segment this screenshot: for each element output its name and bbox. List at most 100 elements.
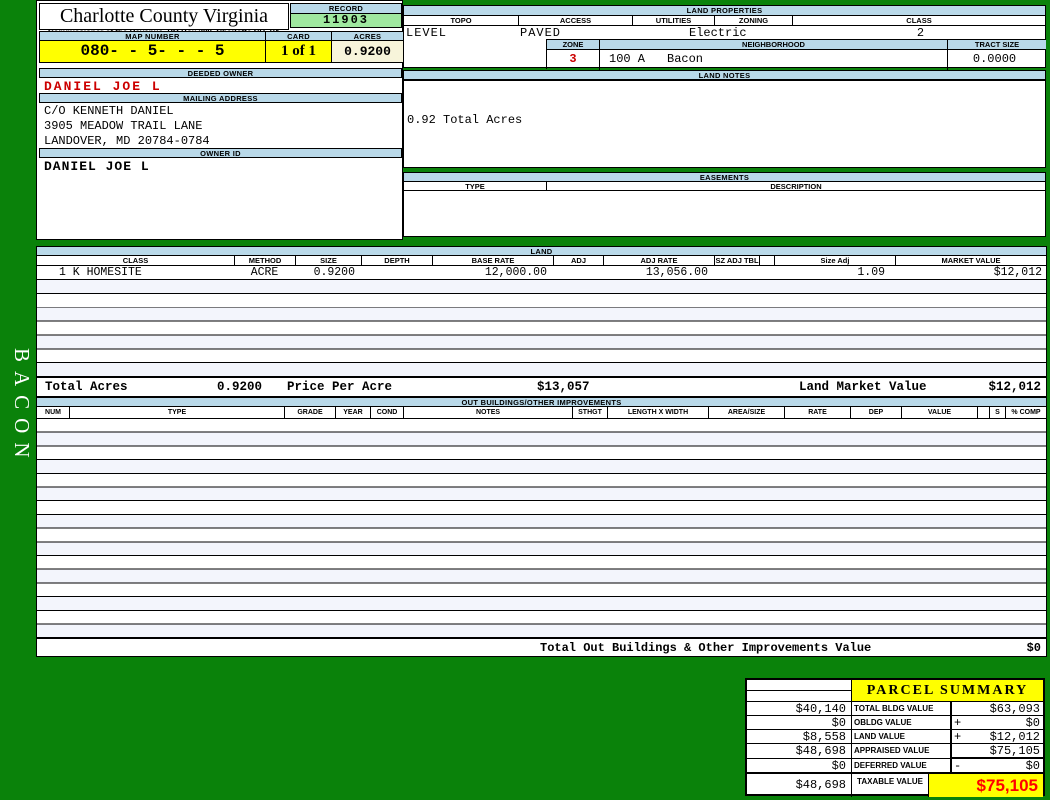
summary-row-taxable: $48,698 TAXABLE VALUE $75,105 bbox=[747, 772, 1043, 797]
land-col-method: METHOD bbox=[234, 256, 295, 265]
total-acres-label: Total Acres bbox=[45, 380, 128, 394]
zone-neighborhood-box: ZONE NEIGHBORHOOD TRACT SIZE 3 100 A Bac… bbox=[546, 39, 1046, 70]
map-value-row: 080- - 5- - - 5 1 of 1 0.9200 bbox=[39, 41, 404, 63]
address-line-3: LANDOVER, MD 20784-0784 bbox=[44, 134, 210, 148]
land-col-depth: DEPTH bbox=[361, 256, 432, 265]
land-empty-rows bbox=[36, 280, 1047, 377]
utilities-label: UTILITIES bbox=[632, 16, 714, 25]
taxable-value-label: TAXABLE VALUE bbox=[852, 774, 929, 797]
utilities-value: Electric bbox=[689, 26, 747, 40]
deferred-value-label: DEFERRED VALUE bbox=[852, 759, 952, 772]
property-record-card: BACON Charlotte County Virginia Commissi… bbox=[0, 0, 1050, 800]
land-value: $12,012 bbox=[989, 730, 1040, 744]
access-value: PAVED bbox=[520, 26, 562, 40]
ob-col-rate: RATE bbox=[784, 407, 850, 418]
mailing-address: C/O KENNETH DANIEL 3905 MEADOW TRAIL LAN… bbox=[44, 104, 210, 149]
land-col-size: SIZE bbox=[295, 256, 361, 265]
deferred-value-left: $0 bbox=[747, 759, 852, 773]
owner-panel: Charlotte County Virginia Commissioner o… bbox=[36, 0, 404, 240]
out-buildings-title: OUT BUILDINGS/OTHER IMPROVEMENTS bbox=[36, 397, 1047, 407]
land-value-left: $8,558 bbox=[747, 730, 852, 744]
ob-col-value: VALUE bbox=[901, 407, 977, 418]
obldg-value-left: $0 bbox=[747, 716, 852, 730]
taxable-value: $75,105 bbox=[929, 774, 1043, 797]
tract-size-label: TRACT SIZE bbox=[947, 40, 1046, 49]
address-line-2: 3905 MEADOW TRAIL LANE bbox=[44, 119, 203, 133]
land-notes-title: LAND NOTES bbox=[403, 70, 1046, 80]
acres-value: 0.9200 bbox=[332, 41, 404, 63]
map-header-row: MAP NUMBER CARD ACRES bbox=[39, 31, 404, 41]
land-cell-blank bbox=[759, 266, 774, 279]
address-line-1: C/O KENNETH DANIEL bbox=[44, 104, 174, 118]
land-section: LAND CLASS METHOD SIZE DEPTH BASE RATE A… bbox=[36, 246, 1047, 397]
land-properties-box: LAND PROPERTIES TOPO ACCESS UTILITIES ZO… bbox=[403, 5, 1046, 70]
neighborhood-vertical-label: BACON bbox=[10, 348, 34, 467]
land-col-size-adj: Size Adj bbox=[774, 256, 895, 265]
county-title: Charlotte County Virginia bbox=[59, 5, 269, 27]
appraised-value-label: APPRAISED VALUE bbox=[852, 744, 952, 758]
land-col-market-value: MARKET VALUE bbox=[895, 256, 1046, 265]
land-table-row: 1 K HOMESITE ACRE 0.9200 12,000.00 13,05… bbox=[36, 266, 1047, 280]
ob-col-length-width: LENGTH X WIDTH bbox=[607, 407, 708, 418]
total-bldg-value: $63,093 bbox=[989, 702, 1040, 716]
land-notes-text: 0.92 Total Acres bbox=[407, 113, 523, 127]
ob-col-grade: GRADE bbox=[284, 407, 335, 418]
neighborhood-name: Bacon bbox=[667, 52, 704, 66]
summary-row-land: $8,558 LAND VALUE + $12,012 bbox=[747, 729, 1043, 744]
class-value: 2 bbox=[916, 26, 925, 40]
ob-col-blank bbox=[977, 407, 989, 418]
ob-col-type: TYPE bbox=[69, 407, 284, 418]
ob-col-notes: NOTES bbox=[403, 407, 572, 418]
tract-size-value: 0.0000 bbox=[972, 52, 1017, 66]
class-label: CLASS bbox=[792, 16, 1045, 25]
land-col-base-rate: BASE RATE bbox=[432, 256, 553, 265]
ob-col-num: NUM bbox=[45, 409, 61, 416]
topo-label: TOPO bbox=[450, 16, 472, 25]
land-cell-method: ACRE bbox=[250, 266, 279, 279]
out-buildings-total-value: $0 bbox=[1026, 641, 1041, 655]
obldg-value: $0 bbox=[1025, 716, 1040, 730]
land-value-label: LAND VALUE bbox=[852, 730, 952, 743]
card-label: CARD bbox=[266, 31, 332, 41]
acres-label: ACRES bbox=[332, 31, 404, 41]
out-buildings-total-row: Total Out Buildings & Other Improvements… bbox=[36, 638, 1047, 657]
parcel-summary: PARCEL SUMMARY $40,140 TOTAL BLDG VALUE … bbox=[745, 678, 1045, 797]
appraised-value: $75,105 bbox=[989, 744, 1040, 758]
parcel-summary-title: PARCEL SUMMARY bbox=[852, 680, 1043, 701]
land-col-class: CLASS bbox=[122, 256, 149, 265]
obldg-value-label: OBLDG VALUE bbox=[852, 716, 952, 729]
out-buildings-header-row: NUM TYPE GRADE YEAR COND NOTES STHGT LEN… bbox=[36, 407, 1047, 419]
land-col-adj-rate: ADJ RATE bbox=[603, 256, 714, 265]
land-cell-adj bbox=[553, 266, 603, 279]
land-market-value-label: Land Market Value bbox=[799, 380, 927, 394]
zoning-label: ZONING bbox=[714, 16, 792, 25]
easements-title: EASEMENTS bbox=[403, 172, 1046, 182]
zone-value: 3 bbox=[569, 52, 577, 66]
record-box: RECORD 11903 bbox=[290, 3, 402, 28]
total-acres-value: 0.9200 bbox=[217, 380, 263, 394]
out-buildings-total-label: Total Out Buildings & Other Improvements… bbox=[540, 641, 872, 655]
ob-col-area-size: AREA/SIZE bbox=[708, 407, 784, 418]
owner-id-label: OWNER ID bbox=[39, 148, 402, 158]
out-buildings-empty-rows bbox=[36, 419, 1047, 638]
owner-id-value: DANIEL JOE L bbox=[44, 159, 150, 174]
map-number-value: 080- - 5- - - 5 bbox=[39, 41, 266, 63]
land-notes-box: 0.92 Total Acres bbox=[403, 80, 1046, 168]
land-market-value: $12,012 bbox=[988, 380, 1041, 394]
summary-row-obldg: $0 OBLDG VALUE + $0 bbox=[747, 715, 1043, 730]
land-cell-depth bbox=[361, 266, 432, 279]
ob-col-dep: DEP bbox=[850, 407, 901, 418]
bldg-value-left: $40,140 bbox=[747, 702, 852, 716]
neighborhood-label: NEIGHBORHOOD bbox=[599, 40, 947, 49]
deferred-value: $0 bbox=[1025, 759, 1040, 773]
neighborhood-code: 100 A bbox=[609, 52, 646, 66]
easements-content bbox=[403, 191, 1046, 237]
ob-col-pct-comp: % COMP bbox=[1005, 407, 1046, 418]
parcel-summary-spacer bbox=[747, 680, 852, 701]
summary-row-appraised: $48,698 APPRAISED VALUE $75,105 bbox=[747, 743, 1043, 758]
land-table-title: LAND bbox=[36, 246, 1047, 256]
ob-col-s: S bbox=[989, 407, 1005, 418]
land-cell-size-adj: 1.09 bbox=[857, 266, 885, 279]
deeded-owner-value: DANIEL JOE L bbox=[44, 79, 162, 94]
land-cell-sz-adj-tbl bbox=[714, 266, 759, 279]
